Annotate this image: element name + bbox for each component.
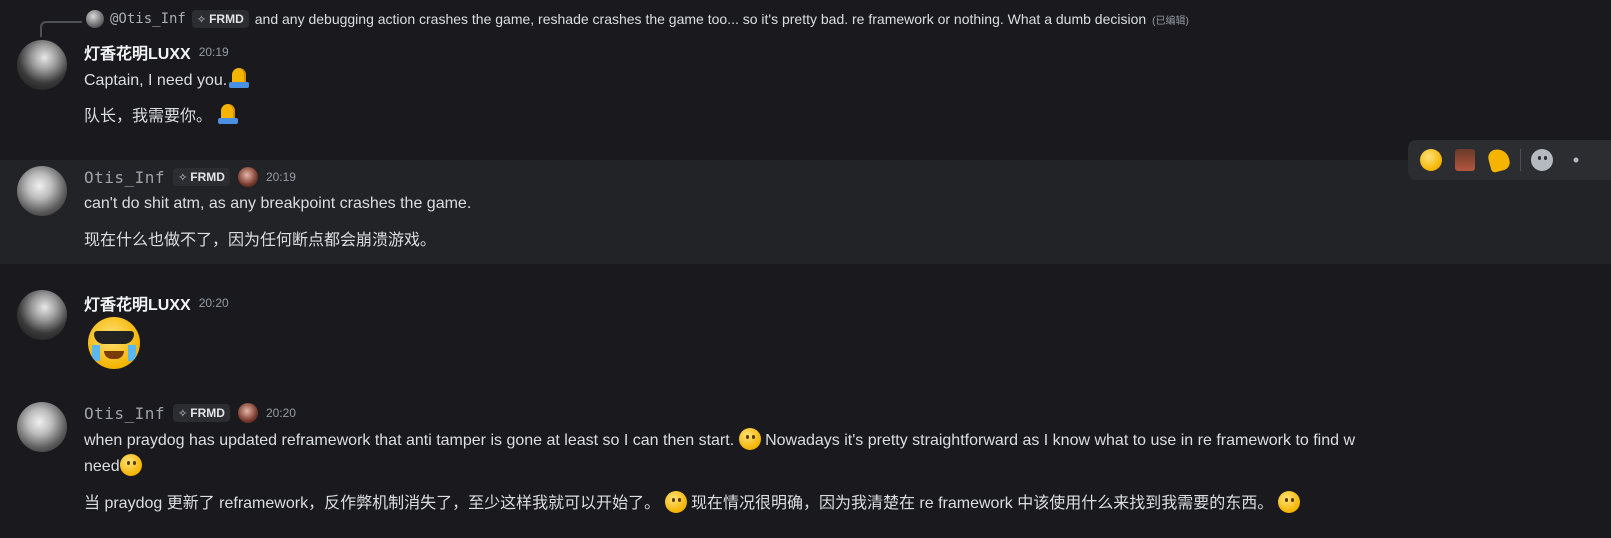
folded-hands-emoji [216, 102, 240, 126]
message-header: 灯香花明LUXX 20:20 [84, 291, 229, 315]
reply-avatar[interactable] [86, 10, 104, 28]
sunglasses [94, 331, 134, 344]
reply-content: @Otis_Inf ✧ FRMD and any debugging action… [86, 10, 1189, 28]
message-text: Nowadays it's pretty straightforward as … [765, 432, 1356, 449]
username[interactable]: Otis_Inf [84, 168, 165, 187]
more-icon[interactable]: • [1563, 147, 1589, 173]
reply-username[interactable]: @Otis_Inf [110, 11, 186, 27]
role-tag-label: FRMD [190, 406, 225, 420]
add-reaction-icon[interactable] [1529, 147, 1555, 173]
message-header: 灯香花明LUXX 20:19 [84, 40, 229, 64]
message-text: 队长，我需要你。 [84, 108, 213, 125]
slightly-smiling-emoji [1277, 491, 1300, 513]
message-2[interactable]: Otis_Inf ✧ FRMD 20:19 can't do shit atm, … [0, 160, 1611, 264]
folded-hands-emoji [227, 66, 251, 90]
username[interactable]: 灯香花明LUXX [84, 291, 191, 315]
tag-diamond-icon: ✧ [196, 13, 207, 26]
avatar[interactable] [17, 166, 67, 216]
timestamp[interactable]: 20:20 [199, 296, 229, 310]
reply-text[interactable]: and any debugging action crashes the gam… [255, 11, 1146, 27]
message-text: Captain, I need you. [84, 72, 228, 89]
reaction-toolbar: • [1408, 140, 1611, 180]
message-3[interactable]: 灯香花明LUXX 20:20 [0, 285, 1611, 385]
message-1[interactable]: 灯香花明LUXX 20:19 Captain, I need you. 队长，我… [0, 30, 1611, 130]
message-text: when praydog has updated reframework tha… [84, 432, 735, 449]
username[interactable]: 灯香花明LUXX [84, 40, 191, 64]
message-line: need [84, 454, 142, 478]
slightly-smiling-emoji [119, 454, 142, 476]
character-sticker[interactable] [1452, 147, 1478, 173]
role-icon [237, 403, 258, 423]
reply-edited: (已编辑) [1152, 15, 1189, 27]
message-header: Otis_Inf ✧ FRMD 20:19 [84, 167, 296, 187]
message-line: when praydog has updated reframework tha… [84, 428, 1355, 452]
message-text: need [84, 458, 120, 475]
avatar[interactable] [17, 402, 67, 452]
nerd-face-emoji[interactable] [1418, 147, 1444, 173]
message-header: Otis_Inf ✧ FRMD 20:20 [84, 403, 296, 423]
message-line: Captain, I need you. [84, 66, 251, 92]
reply-tag-label: FRMD [209, 12, 244, 26]
toolbar-divider [1520, 149, 1521, 171]
role-tag: ✧ FRMD [173, 404, 230, 422]
message-4[interactable]: Otis_Inf ✧ FRMD 20:20 when praydog has up… [0, 397, 1611, 538]
reply-preview[interactable]: @Otis_Inf ✧ FRMD and any debugging action… [0, 8, 1611, 37]
role-tag: ✧ FRMD [173, 168, 230, 186]
timestamp[interactable]: 20:19 [266, 170, 296, 184]
username[interactable]: Otis_Inf [84, 404, 165, 423]
role-icon [237, 167, 258, 187]
avatar[interactable] [17, 40, 67, 90]
role-tag-label: FRMD [190, 170, 225, 184]
waving-hand-emoji[interactable] [1486, 146, 1512, 174]
crying-sunglasses-emoji [88, 317, 140, 369]
message-line: 队长，我需要你。 [84, 102, 240, 128]
slightly-smiling-emoji [738, 428, 761, 450]
slightly-smiling-emoji [664, 491, 687, 513]
message-text: can't do shit atm, as any breakpoint cra… [84, 195, 472, 212]
message-text: 现在什么也做不了，因为任何断点都会崩溃游戏。 [84, 232, 437, 249]
timestamp[interactable]: 20:20 [266, 406, 296, 420]
tag-diamond-icon: ✧ [178, 407, 188, 420]
message-text: 当 praydog 更新了 reframework，反作弊机制消失了，至少这样我… [84, 495, 661, 512]
message-text: 现在情况很明确，因为我清楚在 re framework 中该使用什么来找到我需要… [690, 495, 1274, 512]
tag-diamond-icon: ✧ [178, 171, 188, 184]
reply-tag: ✧ FRMD [191, 10, 249, 28]
timestamp[interactable]: 20:19 [199, 45, 229, 59]
avatar[interactable] [17, 290, 67, 340]
message-line: 当 praydog 更新了 reframework，反作弊机制消失了，至少这样我… [84, 491, 1300, 515]
